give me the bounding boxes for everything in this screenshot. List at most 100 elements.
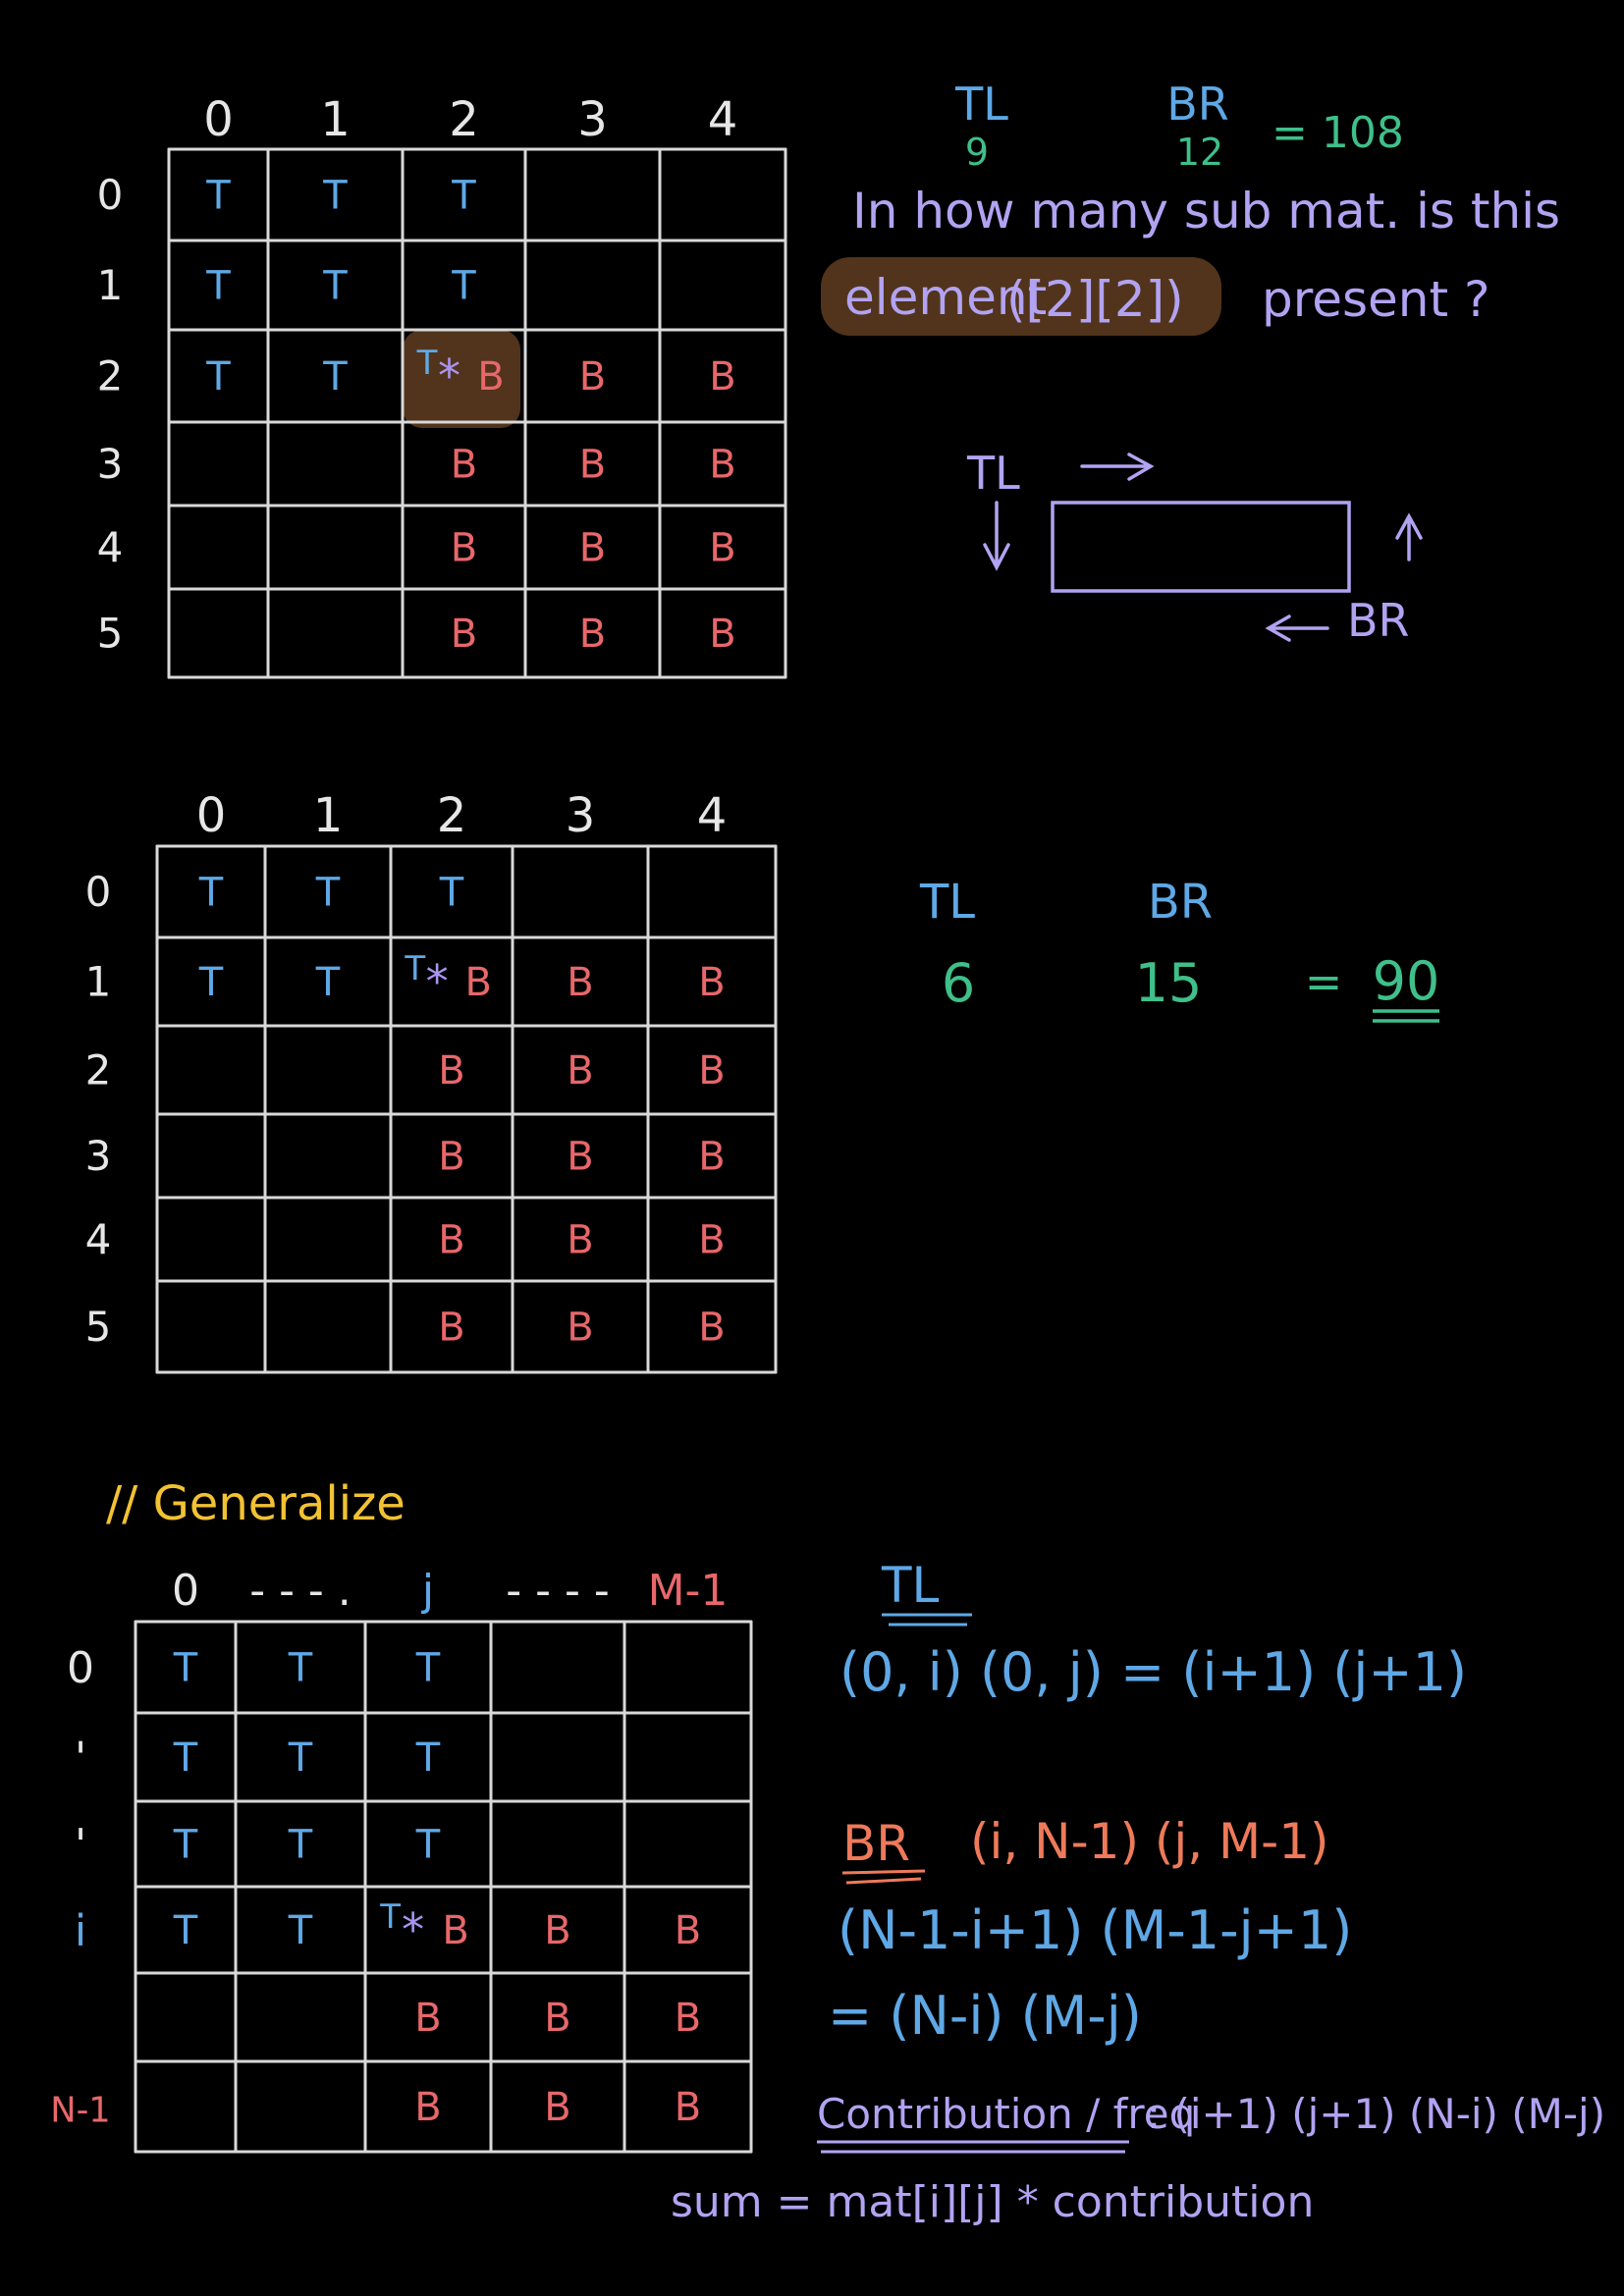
row-label: 1 (85, 958, 112, 1006)
column-label: 0 (196, 788, 227, 843)
cell-b: B (675, 2085, 701, 2130)
cell-t: T (288, 1823, 313, 1868)
cell-t: T (379, 1897, 401, 1937)
br-label-2: BR (1148, 875, 1213, 930)
cell-b: B (579, 612, 606, 657)
cell-t: T (451, 174, 476, 219)
cell-t: T (173, 1823, 198, 1868)
whiteboard-canvas: 0 1 2 3 4012345T T TT T TT T T * B B BB B BB B BB B B TL 9 B… (0, 0, 1624, 2296)
cell-t: T (198, 960, 224, 1005)
cell-t: T (288, 1908, 313, 1953)
cell-b: B (579, 443, 606, 488)
row-label: 0 (67, 1643, 94, 1693)
cell-t: T (451, 264, 476, 309)
row-label: 5 (97, 610, 124, 658)
tl-heading: TL (881, 1557, 940, 1614)
cell-t: T (173, 1735, 198, 1781)
cell-t: T (205, 264, 231, 309)
column-label: 3 (577, 92, 608, 147)
cell-t: T (322, 174, 348, 219)
star-marker: * (402, 1903, 424, 1956)
br-simplified: = (N-i) (M-j) (828, 1985, 1142, 2047)
cell-t: T (415, 1646, 441, 1691)
cell-t: T (288, 1646, 313, 1691)
cell-b: B (544, 2085, 570, 2130)
row-label: 1 (97, 261, 124, 309)
br-label-1: BR (1166, 78, 1229, 131)
row-label: N-1 (50, 2090, 110, 2130)
br-range: (i, N-1) (j, M-1) (970, 1813, 1329, 1870)
column-label: M-1 (648, 1566, 729, 1616)
row-label: i (75, 1905, 86, 1955)
cell-t: T (415, 1823, 441, 1868)
cell-t: T (439, 871, 464, 916)
sum-formula: sum = mat[i][j] * contribution (671, 2177, 1314, 2227)
column-label: 2 (437, 788, 467, 843)
cell-b: B (567, 1048, 593, 1094)
column-label: 4 (708, 92, 738, 147)
row-label: 4 (85, 1215, 112, 1263)
question-element-index: ([2][2]) (1006, 271, 1184, 328)
br-expansion: (N-1-i+1) (M-1-j+1) (838, 1899, 1352, 1961)
cell-b: B (709, 354, 735, 400)
cell-b: B (465, 960, 492, 1005)
cell-b: B (451, 612, 477, 657)
cell-b: B (438, 1306, 464, 1351)
cell-b: B (442, 1908, 468, 1953)
cell-t: T (173, 1646, 198, 1691)
star-marker: * (438, 349, 460, 402)
column-label: - - - . (249, 1566, 352, 1616)
cell-b: B (709, 526, 735, 571)
cell-b: B (698, 960, 725, 1005)
diagram-tl-label: TL (966, 447, 1020, 500)
row-label: 4 (97, 523, 124, 571)
cell-t: T (404, 949, 425, 988)
equals-2: = (1305, 955, 1343, 1008)
cell-b: B (438, 1135, 464, 1180)
question-line-1: In how many sub mat. is this (852, 183, 1560, 240)
cell-b: B (567, 1306, 593, 1351)
cell-b: B (544, 1908, 570, 1953)
cell-b: B (698, 1135, 725, 1180)
row-label: 3 (97, 440, 124, 488)
row-label: 5 (85, 1303, 112, 1351)
row-label: 2 (97, 352, 124, 400)
row-label: ' (75, 1820, 86, 1870)
column-label: 0 (203, 92, 234, 147)
cell-b: B (698, 1306, 725, 1351)
br-value-1: 12 (1176, 131, 1223, 174)
cell-b: B (438, 1048, 464, 1094)
canvas-background (0, 0, 1624, 2296)
generalize-heading: // Generalize (106, 1476, 406, 1531)
column-label: 4 (697, 788, 728, 843)
cell-t: T (288, 1735, 313, 1781)
result-2: 90 (1373, 950, 1440, 1012)
contribution-formula: : (i+1) (j+1) (N-i) (M-j) (1147, 2090, 1605, 2138)
row-label: 0 (85, 868, 112, 916)
column-label: 3 (566, 788, 596, 843)
tl-label-2: TL (919, 875, 975, 930)
cell-t: T (416, 344, 438, 383)
contribution-label: Contribution / freq (817, 2090, 1195, 2138)
cell-b: B (544, 1996, 570, 2041)
star-marker: * (426, 955, 449, 1008)
diagram-br-label: BR (1347, 594, 1410, 647)
question-present: present ? (1262, 271, 1490, 328)
tl-value-1: 9 (965, 131, 989, 174)
cell-b: B (451, 443, 477, 488)
column-label: j (421, 1566, 434, 1616)
tl-formula: (0, i) (0, j) = (i+1) (j+1) (839, 1641, 1467, 1703)
cell-b: B (451, 526, 477, 571)
br-value-2: 15 (1135, 952, 1203, 1014)
cell-b: B (709, 443, 735, 488)
cell-t: T (315, 871, 341, 916)
result-1: = 108 (1272, 108, 1404, 158)
cell-b: B (567, 1218, 593, 1263)
cell-b: B (567, 960, 593, 1005)
row-label: ' (75, 1733, 86, 1783)
cell-t: T (205, 354, 231, 400)
cell-t: T (173, 1908, 198, 1953)
tl-value-2: 6 (942, 952, 975, 1014)
cell-b: B (709, 612, 735, 657)
cell-t: T (415, 1735, 441, 1781)
